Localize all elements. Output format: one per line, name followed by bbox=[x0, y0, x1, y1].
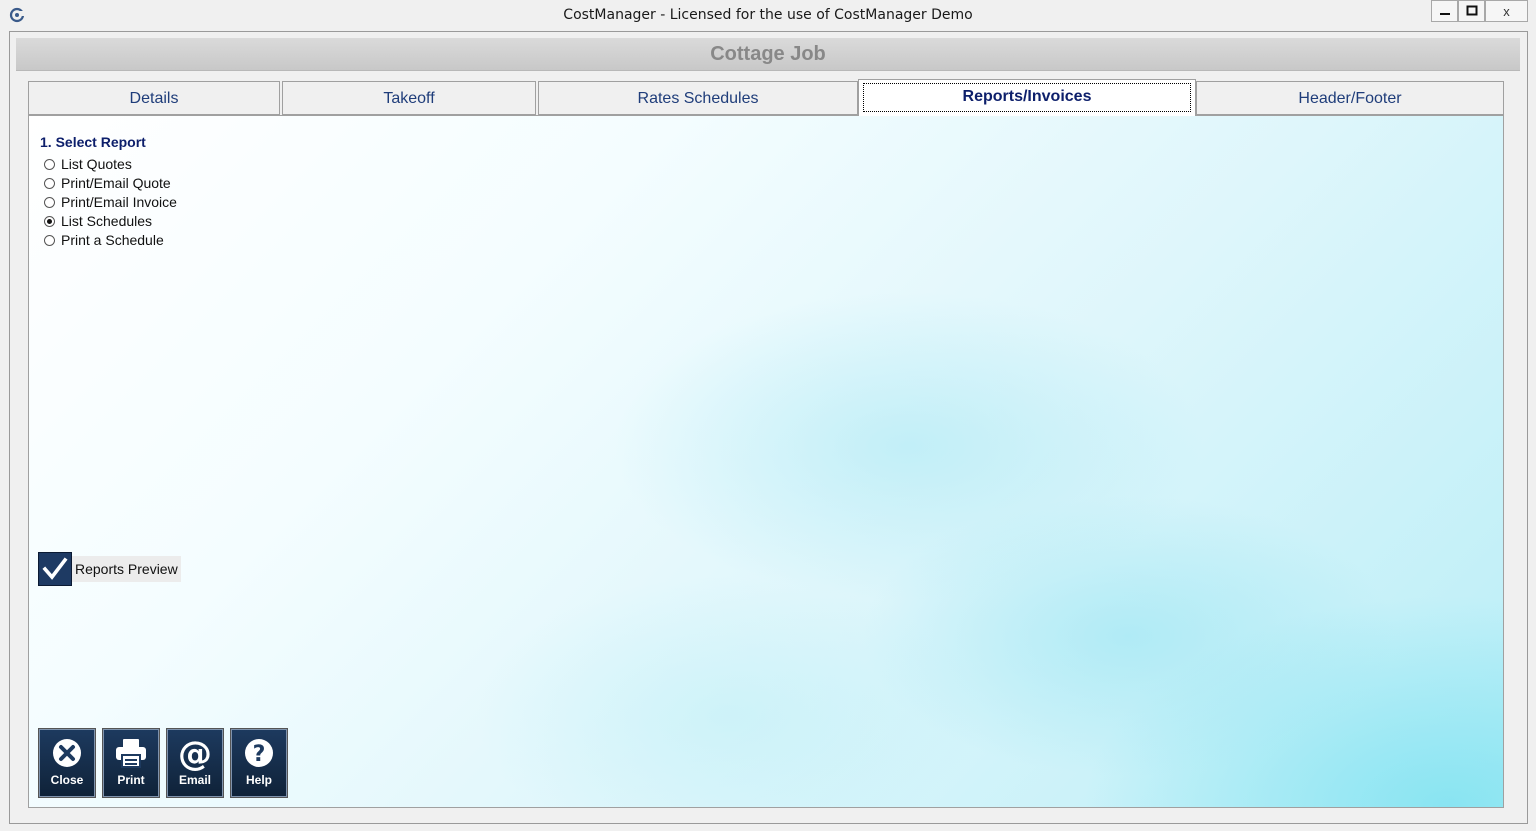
report-option-label: List Schedules bbox=[61, 213, 153, 229]
close-window-button[interactable]: x bbox=[1485, 0, 1528, 22]
printer-icon bbox=[116, 739, 146, 768]
close-circle-icon bbox=[53, 739, 81, 767]
tab-header-footer[interactable]: Header/Footer bbox=[1196, 81, 1504, 115]
email-button-label: Email bbox=[178, 773, 211, 787]
email-button[interactable]: @ Email bbox=[166, 728, 224, 798]
checkmark-icon bbox=[42, 557, 68, 580]
svg-text:?: ? bbox=[253, 742, 266, 767]
tab-label: Header/Footer bbox=[1298, 90, 1402, 107]
print-button-label: Print bbox=[117, 773, 145, 787]
radio-button[interactable] bbox=[44, 196, 55, 208]
report-option-list-quotes[interactable]: List Quotes bbox=[44, 155, 132, 173]
reports-preview-label: Reports Preview bbox=[72, 556, 181, 582]
reports-preview-checkbox[interactable] bbox=[38, 552, 72, 586]
select-report-heading: 1. Select Report bbox=[40, 134, 146, 150]
tab-reports-invoices[interactable]: Reports/Invoices bbox=[858, 79, 1196, 116]
close-button-label: Close bbox=[50, 773, 84, 787]
maximize-button[interactable] bbox=[1458, 0, 1485, 22]
report-option-label: Print/Email Invoice bbox=[61, 194, 177, 210]
print-button[interactable]: Print bbox=[102, 728, 160, 798]
report-option-print-email-invoice[interactable]: Print/Email Invoice bbox=[44, 193, 177, 211]
report-option-label: Print a Schedule bbox=[61, 232, 164, 248]
radio-button[interactable] bbox=[44, 177, 55, 189]
at-sign-icon: @ bbox=[178, 735, 212, 771]
tab-details[interactable]: Details bbox=[28, 81, 280, 115]
report-option-label: List Quotes bbox=[61, 156, 132, 172]
radio-button-selected[interactable] bbox=[44, 215, 55, 227]
report-option-list-schedules[interactable]: List Schedules bbox=[44, 212, 152, 230]
tab-label: Reports/Invoices bbox=[962, 88, 1092, 105]
help-button[interactable]: ? Help bbox=[230, 728, 288, 798]
minimize-button[interactable] bbox=[1431, 0, 1458, 22]
radio-button[interactable] bbox=[44, 234, 55, 246]
tab-label: Details bbox=[129, 90, 179, 107]
report-option-label: Print/Email Quote bbox=[61, 175, 171, 191]
window-title: CostManager - Licensed for the use of Co… bbox=[563, 7, 973, 23]
job-title: Cottage Job bbox=[710, 43, 826, 65]
maximize-icon bbox=[1466, 5, 1477, 16]
close-icon: x bbox=[1503, 3, 1510, 19]
help-button-label: Help bbox=[245, 773, 272, 787]
svg-text:@: @ bbox=[178, 735, 212, 771]
tab-takeoff[interactable]: Takeoff bbox=[282, 81, 536, 115]
close-button[interactable]: Close bbox=[38, 728, 96, 798]
tab-label: Rates Schedules bbox=[637, 90, 759, 107]
help-icon: ? bbox=[245, 739, 273, 767]
radio-button[interactable] bbox=[44, 158, 55, 170]
reports-panel: 1. Select Report List Quotes Print/Email… bbox=[28, 115, 1504, 808]
title-bar: CostManager - Licensed for the use of Co… bbox=[0, 0, 1536, 31]
report-option-print-a-schedule[interactable]: Print a Schedule bbox=[44, 231, 164, 249]
tab-focus-outline: Reports/Invoices bbox=[863, 83, 1191, 112]
reports-preview-toggle[interactable]: Reports Preview bbox=[38, 552, 181, 586]
minimize-icon bbox=[1439, 13, 1450, 15]
tab-label: Takeoff bbox=[383, 90, 435, 107]
tab-rates-schedules[interactable]: Rates Schedules bbox=[538, 81, 858, 115]
job-title-bar: Cottage Job bbox=[16, 38, 1520, 71]
report-option-print-email-quote[interactable]: Print/Email Quote bbox=[44, 174, 171, 192]
